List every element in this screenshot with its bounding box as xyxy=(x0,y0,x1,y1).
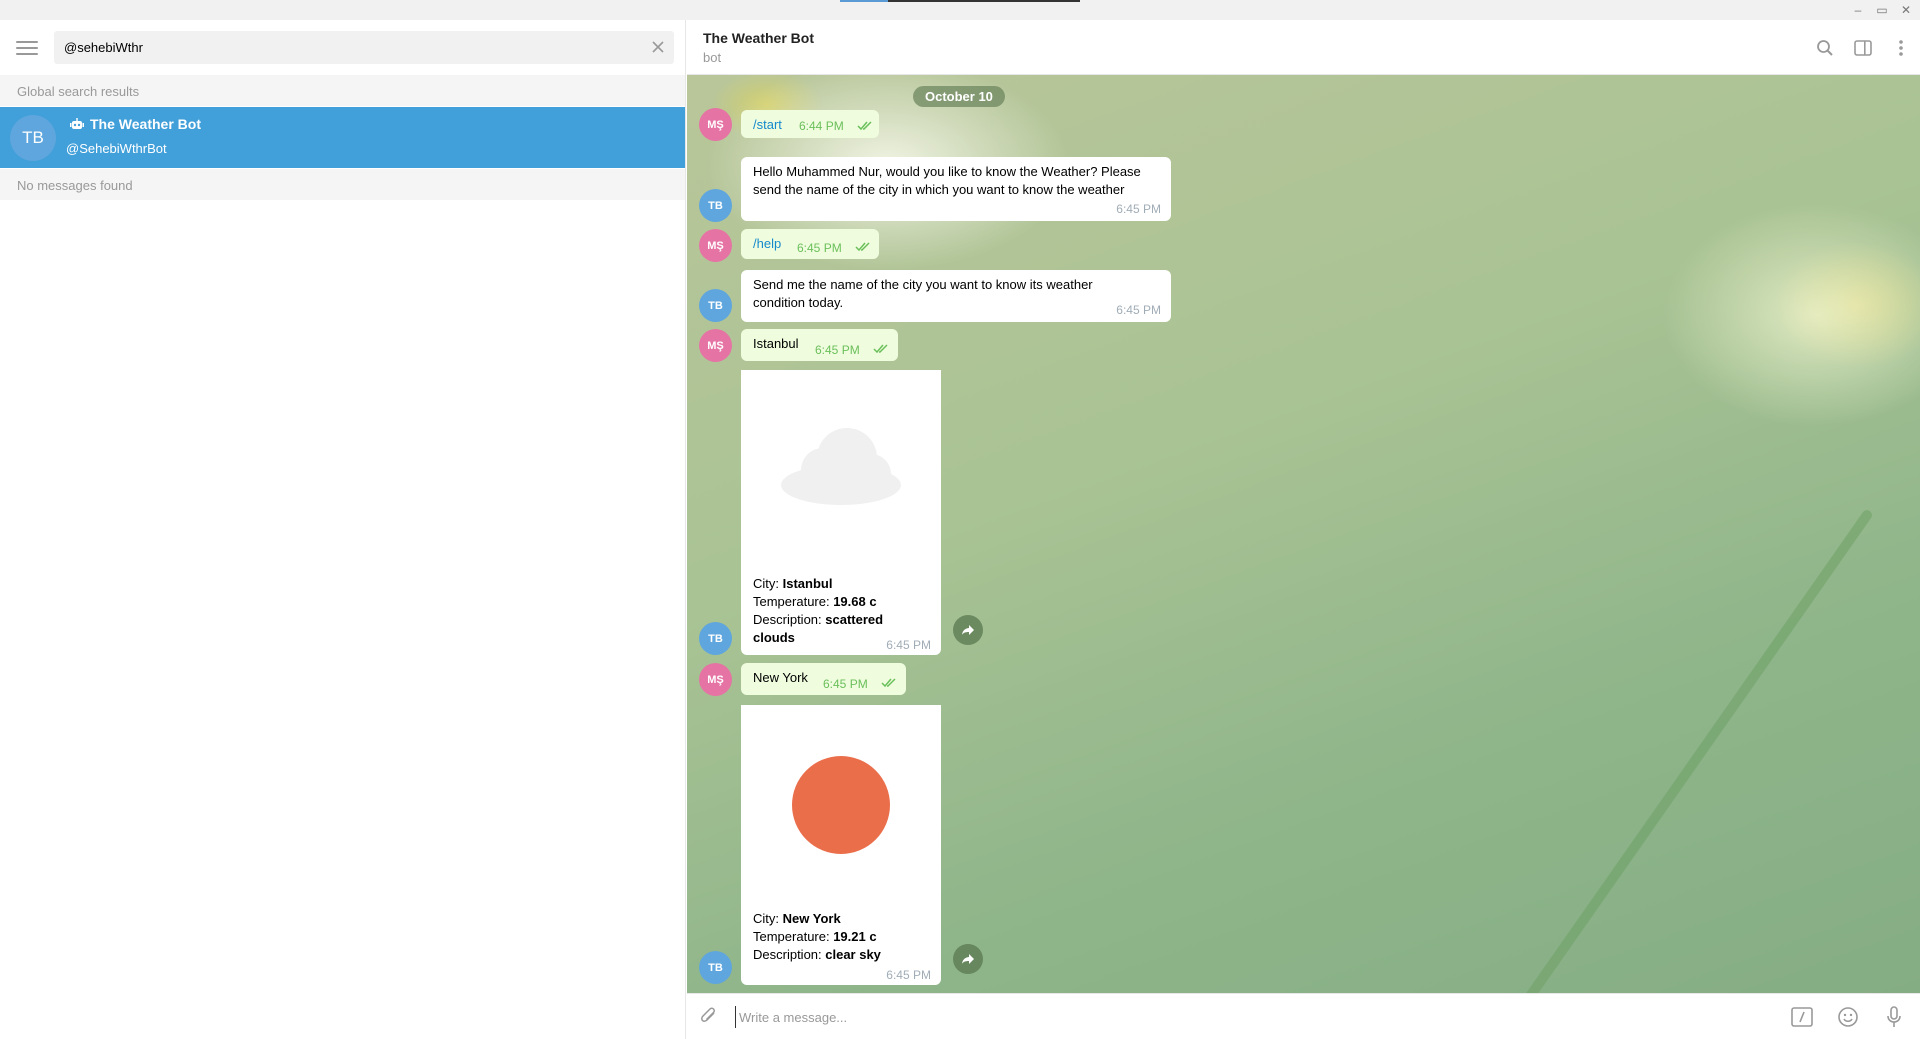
message-time: 6:45 PM xyxy=(815,343,860,357)
avatar[interactable]: MŞ xyxy=(699,663,732,696)
message-text: Istanbul xyxy=(753,336,799,351)
city-value: New York xyxy=(782,911,841,926)
description-value: clear sky xyxy=(825,947,881,962)
description-label: Description: xyxy=(753,947,826,962)
chat-header: The Weather Bot bot xyxy=(687,20,1920,75)
weather-card[interactable]: City: Istanbul Temperature: 19.68 c Desc… xyxy=(741,370,941,655)
message-time: 6:45 PM xyxy=(886,638,931,652)
temperature-value: 19.68 c xyxy=(833,594,877,609)
temperature-value: 19.21 c xyxy=(833,929,877,944)
forward-button[interactable] xyxy=(953,944,983,974)
forward-icon xyxy=(962,625,974,635)
forward-icon xyxy=(962,954,974,964)
city-label: City: xyxy=(753,576,783,591)
bot-command-link[interactable]: /start xyxy=(753,117,782,132)
date-separator: October 10 xyxy=(913,86,1005,107)
read-check-icon xyxy=(881,678,896,688)
read-check-icon xyxy=(857,121,872,131)
avatar[interactable]: TB xyxy=(699,289,732,322)
maximize-button[interactable]: ▭ xyxy=(1874,2,1890,18)
bot-icon xyxy=(70,118,84,129)
bot-commands-icon[interactable] xyxy=(1784,999,1820,1035)
search-input[interactable] xyxy=(64,40,624,55)
loading-progress-track xyxy=(888,0,1080,2)
message-composer xyxy=(687,993,1920,1039)
message-time: 6:45 PM xyxy=(797,241,842,255)
more-options-icon[interactable] xyxy=(1882,29,1920,67)
search-icon[interactable] xyxy=(1806,29,1844,67)
message-text-line: send the name of the city in which you w… xyxy=(753,182,1125,197)
cloud-icon xyxy=(741,370,941,570)
weather-card[interactable]: City: New York Temperature: 19.21 c Desc… xyxy=(741,705,941,985)
message-incoming[interactable]: Send me the name of the city you want to… xyxy=(741,270,1171,322)
forward-button[interactable] xyxy=(953,615,983,645)
result-username: @SehebiWthrBot xyxy=(66,141,167,156)
microphone-icon[interactable] xyxy=(1876,999,1912,1035)
message-text-line: Send me the name of the city you want to… xyxy=(753,277,1093,292)
hamburger-menu-icon[interactable] xyxy=(16,39,38,57)
attach-icon[interactable] xyxy=(697,1004,723,1030)
bot-command-link[interactable]: /help xyxy=(753,236,781,251)
temperature-label: Temperature: xyxy=(753,594,834,609)
city-label: City: xyxy=(753,911,783,926)
chat-history: October 10 MŞ /start 6:44 PM TB Hello Mu… xyxy=(687,75,1920,993)
avatar[interactable]: MŞ xyxy=(699,229,732,262)
avatar[interactable]: MŞ xyxy=(699,108,732,141)
sidebar-toggle-icon[interactable] xyxy=(1844,29,1882,67)
chat-subtitle: bot xyxy=(703,50,722,65)
message-time: 6:44 PM xyxy=(799,119,844,133)
avatar[interactable]: MŞ xyxy=(699,329,732,362)
no-messages-label: No messages found xyxy=(0,169,685,200)
temperature-label: Temperature: xyxy=(753,929,834,944)
message-text-line: condition today. xyxy=(753,295,844,310)
message-input[interactable] xyxy=(735,1006,1735,1028)
description-value: scattered xyxy=(825,612,884,627)
emoji-icon[interactable] xyxy=(1830,999,1866,1035)
wallpaper-decoration xyxy=(1510,508,1874,993)
avatar[interactable]: TB xyxy=(699,951,732,984)
search-result-weather-bot[interactable]: TB The Weather Bot @SehebiWthrBot xyxy=(0,107,685,168)
result-name: The Weather Bot xyxy=(90,116,201,132)
avatar[interactable]: TB xyxy=(699,622,732,655)
sun-icon xyxy=(741,705,941,905)
read-check-icon xyxy=(873,344,888,354)
message-time: 6:45 PM xyxy=(1116,202,1161,216)
message-time: 6:45 PM xyxy=(1116,303,1161,317)
message-text: New York xyxy=(753,670,808,685)
chat-title[interactable]: The Weather Bot xyxy=(703,30,814,46)
message-outgoing[interactable]: /help 6:45 PM xyxy=(741,229,879,259)
close-button[interactable]: ✕ xyxy=(1898,2,1914,18)
message-outgoing[interactable]: /start 6:44 PM xyxy=(741,110,879,138)
city-value: Istanbul xyxy=(782,576,833,591)
description-value: clouds xyxy=(753,630,795,645)
message-time: 6:45 PM xyxy=(823,677,868,691)
window-title-bar: – ▭ ✕ xyxy=(0,0,1920,20)
message-outgoing[interactable]: Istanbul 6:45 PM xyxy=(741,329,898,361)
avatar[interactable]: TB xyxy=(699,189,732,222)
dialogs-panel: Global search results TB The Weather Bot… xyxy=(0,20,686,1039)
loading-progress xyxy=(840,0,888,2)
message-text-line: Hello Muhammed Nur, would you like to kn… xyxy=(753,164,1141,179)
read-check-icon xyxy=(855,242,870,252)
description-label: Description: xyxy=(753,612,826,627)
message-time: 6:45 PM xyxy=(886,968,931,982)
clear-search-icon[interactable] xyxy=(650,39,666,55)
message-incoming[interactable]: Hello Muhammed Nur, would you like to kn… xyxy=(741,157,1171,221)
search-box xyxy=(54,31,674,64)
message-outgoing[interactable]: New York 6:45 PM xyxy=(741,663,906,695)
avatar: TB xyxy=(10,115,56,161)
minimize-button[interactable]: – xyxy=(1850,2,1866,18)
global-search-header: Global search results xyxy=(0,75,685,106)
